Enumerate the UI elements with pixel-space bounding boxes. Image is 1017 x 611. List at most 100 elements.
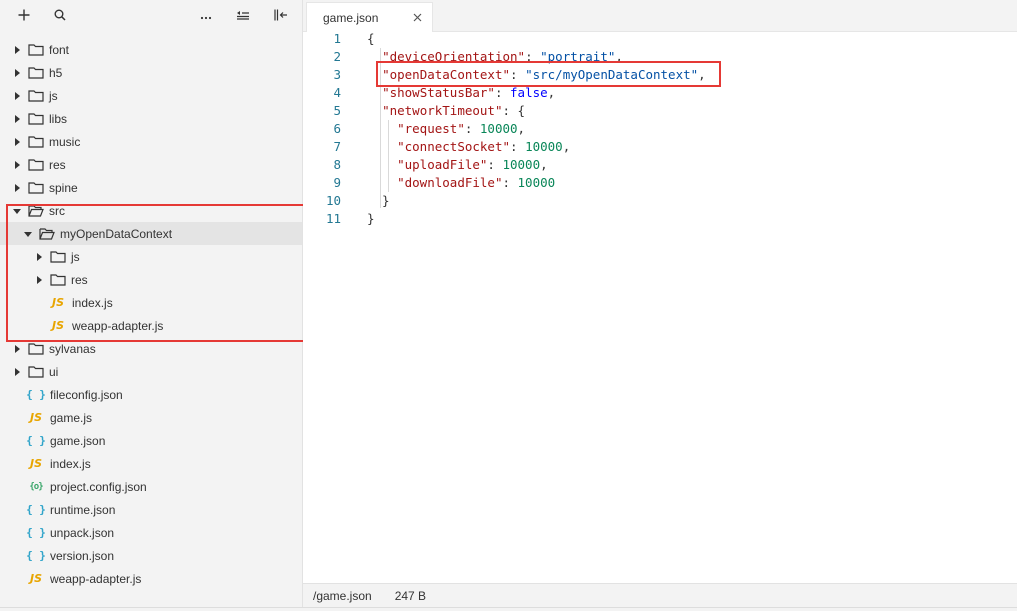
line-number: 11 bbox=[325, 211, 341, 226]
tree-file-item[interactable]: JS index.js bbox=[0, 291, 302, 314]
tree-file-item[interactable]: { } unpack.json bbox=[0, 521, 302, 544]
code-token: : bbox=[464, 121, 480, 136]
line-number: 8 bbox=[333, 157, 341, 172]
tree-folder-item[interactable]: res bbox=[0, 268, 302, 291]
caret-down-icon[interactable] bbox=[13, 207, 21, 215]
tree-file-item[interactable]: { } runtime.json bbox=[0, 498, 302, 521]
tree-item-label: js bbox=[49, 88, 58, 103]
js-file-icon: JS bbox=[51, 296, 64, 309]
code-line: 11} bbox=[303, 210, 1017, 228]
folder-open-icon bbox=[28, 204, 44, 218]
code-line: 1{ bbox=[303, 30, 1017, 48]
caret-right-icon[interactable] bbox=[13, 367, 21, 376]
code-token: : bbox=[494, 85, 511, 100]
tree-file-item[interactable]: { } game.json bbox=[0, 429, 302, 452]
tree-file-item[interactable]: { } version.json bbox=[0, 544, 302, 567]
status-file-path: /game.json bbox=[313, 588, 372, 603]
tree-file-item[interactable]: JS index.js bbox=[0, 452, 302, 475]
code-token: "request" bbox=[397, 121, 465, 136]
editor-tab-bar: game.json bbox=[303, 0, 1017, 32]
code-token: 10000 bbox=[525, 139, 563, 154]
caret-down-icon[interactable] bbox=[24, 230, 32, 238]
folder-icon bbox=[28, 365, 44, 379]
tree-file-item[interactable]: JS weapp-adapter.js bbox=[0, 314, 302, 337]
tree-file-item[interactable]: JS game.js bbox=[0, 406, 302, 429]
search-button[interactable] bbox=[49, 6, 71, 26]
folder-icon bbox=[28, 181, 44, 195]
tree-item-label: project.config.json bbox=[50, 479, 147, 494]
tree-item-label: font bbox=[49, 42, 70, 57]
code-line: 5 "networkTimeout": { bbox=[303, 102, 1017, 120]
caret-right-icon[interactable] bbox=[13, 160, 21, 169]
tree-item-label: js bbox=[71, 249, 80, 264]
panel-toggle-button[interactable] bbox=[270, 6, 292, 26]
code-area[interactable]: 1{2 "deviceOrientation": "portrait", 3 "o… bbox=[303, 30, 1017, 228]
code-line: 7 "connectSocket": 10000, bbox=[303, 138, 1017, 156]
tree-file-item[interactable]: {o} project.config.json bbox=[0, 475, 302, 498]
tree-folder-item[interactable]: myOpenDataContext bbox=[0, 222, 302, 245]
tree-folder-item[interactable]: ui bbox=[0, 360, 302, 383]
tree-file-item[interactable]: JS weapp-adapter.js bbox=[0, 567, 302, 590]
folder-icon bbox=[28, 158, 44, 172]
new-file-button[interactable] bbox=[13, 6, 35, 26]
tree-item-label: runtime.json bbox=[50, 502, 116, 517]
caret-right-icon[interactable] bbox=[13, 114, 21, 123]
code-token: 10000 bbox=[502, 157, 541, 172]
caret-right-icon[interactable] bbox=[13, 68, 21, 77]
code-token: : bbox=[525, 49, 541, 64]
line-content: { bbox=[367, 30, 375, 48]
tree-folder-item[interactable]: js bbox=[0, 84, 302, 107]
code-line: 4 "showStatusBar": false, bbox=[303, 84, 1017, 102]
caret-right-icon[interactable] bbox=[13, 45, 21, 54]
tree-folder-item[interactable]: font bbox=[0, 38, 302, 61]
caret-right-icon[interactable] bbox=[13, 91, 21, 100]
tree-item-label: spine bbox=[49, 180, 78, 195]
code-token: "src/myOpenDataContext" bbox=[525, 67, 699, 82]
code-token: : bbox=[487, 157, 503, 172]
tree-item-label: fileconfig.json bbox=[50, 387, 123, 402]
folder-icon bbox=[28, 66, 44, 80]
tree-folder-item[interactable]: res bbox=[0, 153, 302, 176]
tree-item-label: game.json bbox=[50, 433, 106, 448]
tree-folder-item[interactable]: spine bbox=[0, 176, 302, 199]
caret-right-icon[interactable] bbox=[13, 344, 21, 353]
tree-folder-item[interactable]: music bbox=[0, 130, 302, 153]
caret-right-icon[interactable] bbox=[35, 275, 43, 284]
tree-file-item[interactable]: { } fileconfig.json bbox=[0, 383, 302, 406]
code-token: } bbox=[367, 193, 390, 208]
code-token: , bbox=[517, 121, 526, 136]
config-file-icon: {o} bbox=[29, 481, 43, 492]
folder-icon bbox=[50, 250, 66, 264]
tree-item-label: music bbox=[49, 134, 81, 149]
tree-item-label: sylvanas bbox=[49, 341, 96, 356]
folder-icon bbox=[28, 112, 44, 126]
caret-right-icon[interactable] bbox=[13, 183, 21, 192]
code-token: 10000 bbox=[517, 175, 556, 190]
tree-folder-item[interactable]: sylvanas bbox=[0, 337, 302, 360]
close-tab-button[interactable] bbox=[411, 11, 423, 23]
tab-game-json[interactable]: game.json bbox=[306, 2, 433, 32]
code-token: "openDataContext" bbox=[382, 67, 510, 82]
file-explorer-sidebar: font h5 js libs music res spine src myOpenDataCo… bbox=[0, 0, 305, 611]
folder-open-icon bbox=[39, 227, 55, 241]
tree-item-label: unpack.json bbox=[50, 525, 115, 540]
caret-right-icon[interactable] bbox=[13, 137, 21, 146]
code-token: : bbox=[510, 139, 526, 154]
tree-folder-item[interactable]: h5 bbox=[0, 61, 302, 84]
tree-folder-item[interactable]: js bbox=[0, 245, 302, 268]
line-content: "openDataContext": "src/myOpenDataContex… bbox=[367, 66, 706, 84]
code-token: false bbox=[510, 85, 548, 100]
collapse-all-button[interactable] bbox=[232, 6, 254, 26]
more-button[interactable] bbox=[195, 6, 217, 26]
tree-folder-item[interactable]: src bbox=[0, 199, 302, 222]
status-bar: /game.json 247 B bbox=[303, 583, 1017, 607]
js-file-icon: JS bbox=[29, 411, 42, 424]
tree-item-label: res bbox=[49, 157, 66, 172]
caret-right-icon[interactable] bbox=[35, 252, 43, 261]
line-number: 1 bbox=[333, 31, 341, 46]
tree-folder-item[interactable]: libs bbox=[0, 107, 302, 130]
